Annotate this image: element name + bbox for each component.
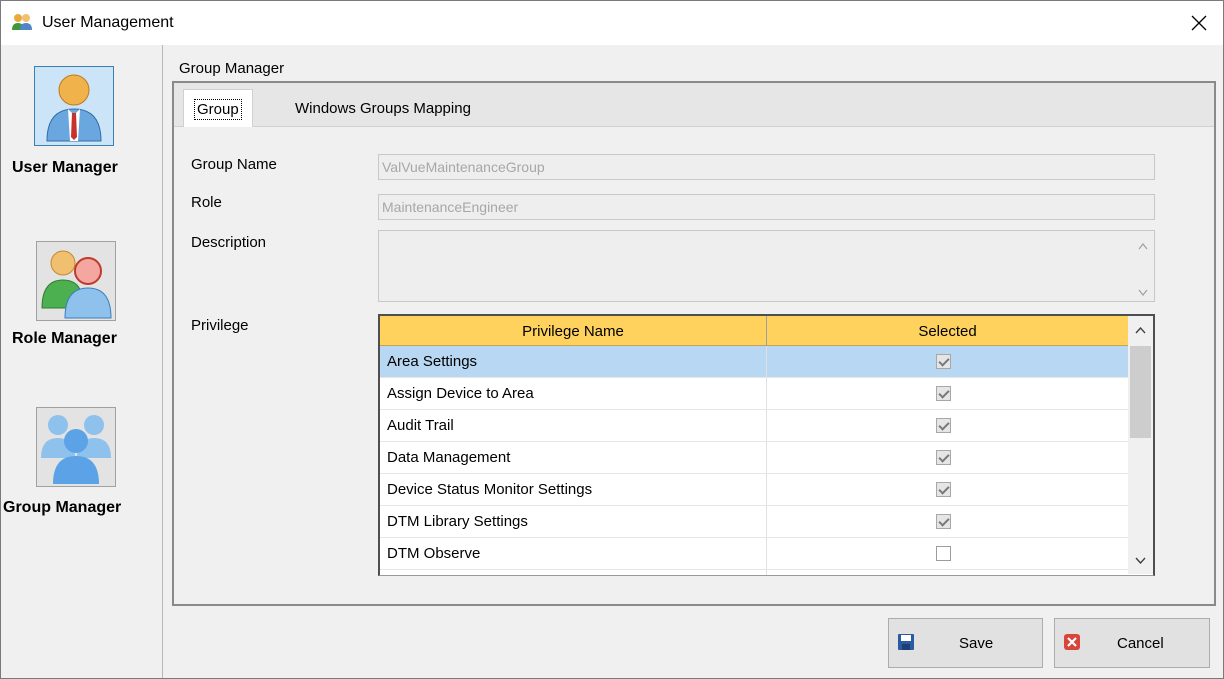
table-row[interactable]: Data Management bbox=[380, 442, 1128, 474]
scroll-down-icon[interactable] bbox=[1138, 285, 1148, 299]
group-name-label: Group Name bbox=[191, 156, 277, 173]
table-row[interactable]: Assign Device to Area bbox=[380, 378, 1128, 410]
selected-checkbox[interactable] bbox=[936, 386, 951, 401]
close-icon bbox=[1191, 15, 1207, 31]
window-title: User Management bbox=[42, 14, 174, 31]
table-row[interactable]: Area Settings bbox=[380, 346, 1128, 378]
description-label: Description bbox=[191, 234, 267, 251]
user-group-icon bbox=[41, 415, 111, 484]
role-field[interactable]: MaintenanceEngineer bbox=[378, 194, 1155, 220]
group-name-field[interactable]: ValVueMaintenanceGroup bbox=[378, 154, 1155, 180]
privilege-name-cell: DTM Library Settings bbox=[387, 513, 528, 530]
privilege-name-cell: Data Management bbox=[387, 449, 511, 466]
title-bar: User Management bbox=[1, 1, 1223, 45]
description-scrollbar[interactable] bbox=[1132, 231, 1154, 301]
users-app-icon bbox=[12, 14, 32, 30]
privilege-name-cell: Audit Trail bbox=[387, 417, 454, 434]
privilege-name-cell: DTM Observe bbox=[387, 545, 481, 562]
tab-group[interactable]: Group bbox=[183, 89, 253, 128]
close-button[interactable] bbox=[1177, 5, 1221, 41]
column-divider bbox=[766, 346, 767, 377]
description-field[interactable] bbox=[378, 230, 1155, 302]
single-user-icon bbox=[46, 74, 102, 142]
save-button[interactable]: Save bbox=[888, 618, 1043, 668]
tab-label: Windows Groups Mapping bbox=[295, 99, 471, 117]
selected-checkbox[interactable] bbox=[936, 482, 951, 497]
selected-checkbox[interactable] bbox=[936, 418, 951, 433]
sidebar-item-label: User Manager bbox=[12, 159, 118, 176]
user-management-window: User Management User Manager Role Manage… bbox=[0, 0, 1224, 679]
scroll-down-button[interactable] bbox=[1128, 546, 1153, 574]
group-manager-icon-frame[interactable] bbox=[36, 407, 116, 487]
save-icon bbox=[898, 634, 914, 650]
column-divider bbox=[766, 506, 767, 537]
user-manager-icon-frame[interactable] bbox=[34, 66, 114, 146]
column-divider bbox=[766, 442, 767, 473]
column-divider bbox=[766, 410, 767, 441]
column-divider bbox=[766, 474, 767, 505]
chevron-down-icon bbox=[1135, 557, 1146, 564]
sidebar: User Manager Role Manager Group Manager bbox=[1, 45, 163, 678]
table-row[interactable]: Device Status Monitor Settings bbox=[380, 474, 1128, 506]
column-divider bbox=[766, 538, 767, 569]
privilege-name-cell: Area Settings bbox=[387, 353, 478, 370]
role-manager-icon-frame[interactable] bbox=[36, 241, 116, 321]
table-row[interactable]: Audit Trail bbox=[380, 410, 1128, 442]
scroll-up-icon[interactable] bbox=[1138, 239, 1148, 253]
save-button-label: Save bbox=[959, 635, 994, 652]
two-users-icon bbox=[41, 250, 112, 319]
tab-label: Group bbox=[194, 98, 242, 120]
column-divider bbox=[766, 378, 767, 409]
cancel-button[interactable]: Cancel bbox=[1054, 618, 1210, 668]
privilege-label: Privilege bbox=[191, 317, 249, 334]
grid-scrollbar[interactable] bbox=[1128, 316, 1153, 574]
cancel-icon bbox=[1064, 634, 1080, 650]
selected-checkbox[interactable] bbox=[936, 546, 951, 561]
privilege-name-cell: Device Status Monitor Settings bbox=[387, 481, 593, 498]
grid-header: Privilege Name Selected bbox=[380, 316, 1128, 346]
privilege-grid: Privilege Name Selected Area Settings As… bbox=[378, 314, 1155, 576]
table-row[interactable]: DTM Library Settings bbox=[380, 506, 1128, 538]
column-divider bbox=[766, 570, 767, 575]
tab-windows-groups-mapping[interactable]: Windows Groups Mapping bbox=[285, 89, 481, 127]
cancel-button-label: Cancel bbox=[1117, 635, 1164, 652]
scroll-up-button[interactable] bbox=[1128, 316, 1153, 344]
table-row[interactable]: DTM Observe bbox=[380, 538, 1128, 570]
scroll-thumb[interactable] bbox=[1130, 346, 1151, 438]
sidebar-item-group-manager[interactable]: Group Manager bbox=[1, 400, 163, 540]
tab-strip: Group Windows Groups Mapping bbox=[174, 83, 1214, 128]
role-label: Role bbox=[191, 194, 222, 211]
selected-checkbox[interactable] bbox=[936, 514, 951, 529]
column-header-selected[interactable]: Selected bbox=[767, 316, 1128, 346]
sidebar-item-role-manager[interactable]: Role Manager bbox=[1, 235, 163, 385]
privilege-name-cell: Assign Device to Area bbox=[387, 385, 534, 402]
groupbox-title: Group Manager bbox=[176, 60, 288, 77]
sidebar-item-user-manager[interactable]: User Manager bbox=[1, 45, 163, 195]
table-row-partial[interactable] bbox=[380, 570, 1128, 575]
chevron-up-icon bbox=[1135, 326, 1146, 333]
selected-checkbox[interactable] bbox=[936, 354, 951, 369]
column-header-privilege-name[interactable]: Privilege Name bbox=[380, 316, 766, 346]
sidebar-item-label: Group Manager bbox=[3, 499, 122, 516]
selected-checkbox[interactable] bbox=[936, 450, 951, 465]
sidebar-item-label: Role Manager bbox=[12, 330, 117, 347]
